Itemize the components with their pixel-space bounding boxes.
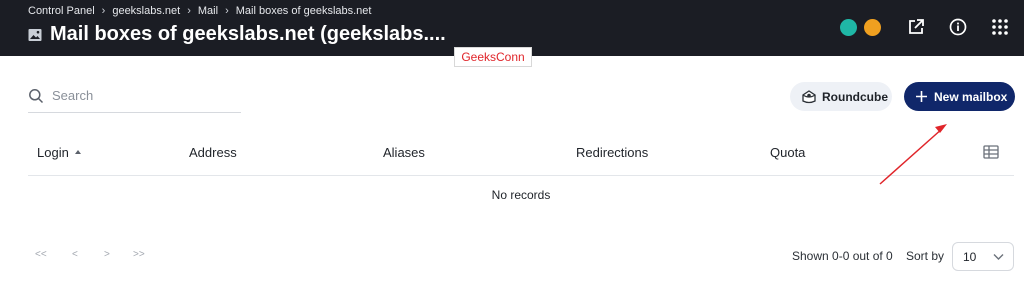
chevron-right-icon: › <box>101 5 106 17</box>
search-icon <box>29 89 44 104</box>
chevron-right-icon: › <box>225 5 229 17</box>
search-input[interactable] <box>52 88 232 103</box>
external-link-icon[interactable] <box>906 17 926 37</box>
first-page-button[interactable]: << <box>35 249 47 260</box>
status-orange-icon[interactable] <box>864 19 881 36</box>
breadcrumb: Control Panel › geekslabs.net › Mail › M… <box>28 5 371 17</box>
page-size-value: 10 <box>963 250 977 264</box>
sort-by-label: Sort by <box>906 249 945 263</box>
column-login-label: Login <box>37 145 69 160</box>
column-address[interactable]: Address <box>189 145 237 160</box>
table-header: Login Address Aliases Redirections Quota <box>28 132 1014 176</box>
column-quota[interactable]: Quota <box>770 145 805 160</box>
last-page-button[interactable]: >> <box>133 249 145 260</box>
new-mailbox-label: New mailbox <box>934 89 1008 104</box>
info-icon[interactable] <box>948 17 968 37</box>
sort-asc-icon <box>74 149 81 154</box>
chevron-right-icon: › <box>187 5 191 17</box>
search-box <box>28 80 241 113</box>
new-mailbox-button[interactable]: New mailbox <box>904 82 1015 111</box>
roundcube-label: Roundcube <box>822 89 888 104</box>
image-icon <box>28 28 42 41</box>
breadcrumb-current: Mail boxes of geekslabs.net <box>235 5 372 17</box>
grid-menu-icon[interactable] <box>990 17 1010 37</box>
watermark-label: GeeksConn <box>454 47 532 67</box>
next-page-button[interactable]: > <box>104 249 110 260</box>
status-teal-icon[interactable] <box>840 19 857 36</box>
column-login[interactable]: Login <box>37 145 81 160</box>
roundcube-icon <box>802 89 816 103</box>
breadcrumb-domain[interactable]: geekslabs.net <box>112 5 180 17</box>
column-aliases[interactable]: Aliases <box>383 145 425 160</box>
breadcrumb-mail[interactable]: Mail <box>198 5 218 17</box>
prev-page-button[interactable]: < <box>72 249 78 260</box>
columns-icon[interactable] <box>983 144 999 160</box>
breadcrumb-control-panel[interactable]: Control Panel <box>28 5 95 17</box>
plus-icon <box>916 91 927 102</box>
page-size-select[interactable]: 10 <box>952 242 1014 271</box>
column-redirections[interactable]: Redirections <box>576 145 648 160</box>
title-row: Mail boxes of geekslabs.net (geekslabs..… <box>28 23 446 46</box>
empty-state: No records <box>491 188 551 202</box>
chevron-down-icon <box>993 254 1004 260</box>
roundcube-button[interactable]: Roundcube <box>790 82 892 111</box>
page-title: Mail boxes of geekslabs.net (geekslabs..… <box>50 23 446 45</box>
records-count: Shown 0-0 out of 0 <box>792 249 893 263</box>
